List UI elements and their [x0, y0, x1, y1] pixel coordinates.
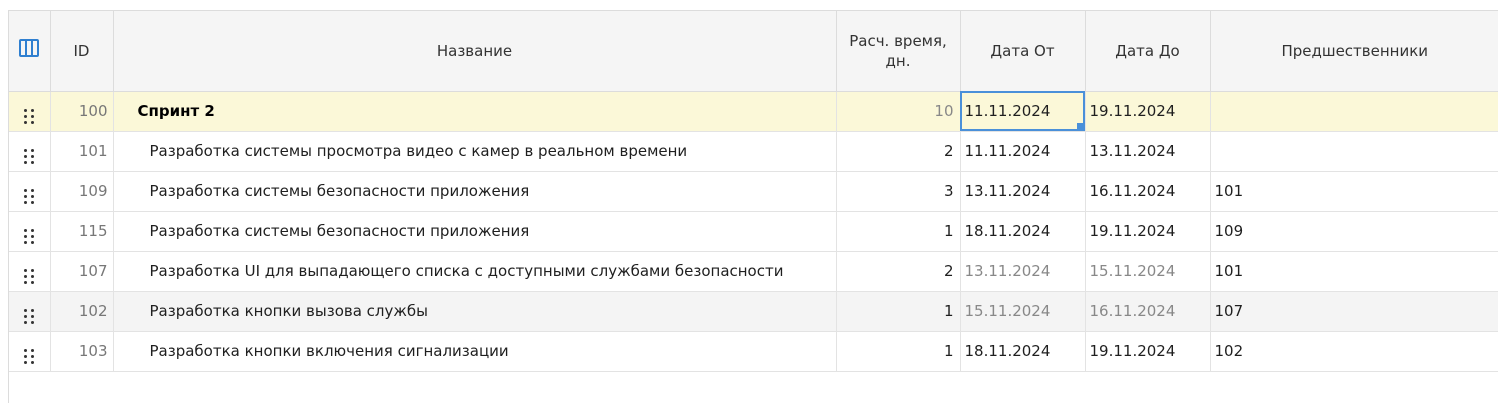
row-date-to[interactable]: 19.11.2024 [1085, 331, 1211, 372]
header-id[interactable]: ID [50, 11, 114, 92]
row-date-to[interactable]: 19.11.2024 [1085, 91, 1211, 132]
row-estimate[interactable]: 1 [836, 291, 961, 332]
row-predecessors[interactable]: 101 [1210, 251, 1498, 292]
row-id: 102 [50, 291, 114, 332]
drag-handle-icon[interactable] [9, 171, 51, 212]
header-row: ID Название Расч. время, дн. Дата От Дат… [9, 11, 1498, 92]
header-estimate-line1: Расч. время, [849, 31, 947, 50]
row-name[interactable]: Спринт 2 [113, 91, 837, 132]
header-predecessors[interactable]: Предшественники [1210, 11, 1498, 92]
row-id: 115 [50, 211, 114, 252]
row-date-from-value: 11.11.2024 [964, 102, 1051, 120]
row-name[interactable]: Разработка системы безопасности приложен… [113, 171, 837, 212]
row-date-to[interactable]: 19.11.2024 [1085, 211, 1211, 252]
row-id: 107 [50, 251, 114, 292]
header-date-to[interactable]: Дата До [1085, 11, 1211, 92]
row-id: 101 [50, 131, 114, 172]
row-estimate[interactable]: 10 [836, 91, 961, 132]
row-date-from[interactable]: 11.11.2024 [960, 131, 1086, 172]
row-date-from[interactable]: 13.11.2024 [960, 251, 1086, 292]
row-id: 103 [50, 331, 114, 372]
drag-handle-icon[interactable] [9, 331, 51, 372]
table-row[interactable]: 100 Спринт 2 10 11.11.2024 19.11.2024 [9, 91, 1498, 132]
drag-handle-icon[interactable] [9, 131, 51, 172]
table-row[interactable]: 102 Разработка кнопки вызова службы 1 15… [9, 291, 1498, 332]
row-name[interactable]: Разработка системы безопасности приложен… [113, 211, 837, 252]
row-estimate[interactable]: 2 [836, 251, 961, 292]
table-row[interactable]: 109 Разработка системы безопасности прил… [9, 171, 1498, 212]
drag-handle-icon[interactable] [9, 91, 51, 132]
table-row[interactable]: 107 Разработка UI для выпадающего списка… [9, 251, 1498, 292]
drag-handle-icon[interactable] [9, 251, 51, 292]
row-predecessors[interactable]: 109 [1210, 211, 1498, 252]
header-estimate-line2: дн. [885, 51, 911, 70]
row-predecessors[interactable]: 102 [1210, 331, 1498, 372]
row-date-from[interactable]: 18.11.2024 [960, 211, 1086, 252]
task-table: ID Название Расч. время, дн. Дата От Дат… [9, 11, 1498, 372]
row-date-from[interactable]: 18.11.2024 [960, 331, 1086, 372]
row-id: 109 [50, 171, 114, 212]
row-estimate[interactable]: 1 [836, 211, 961, 252]
column-settings-button[interactable] [9, 11, 51, 92]
drag-handle-icon[interactable] [9, 211, 51, 252]
row-predecessors[interactable]: 107 [1210, 291, 1498, 332]
row-predecessors[interactable] [1210, 131, 1498, 172]
row-name[interactable]: Разработка кнопки включения сигнализации [113, 331, 837, 372]
drag-handle-icon[interactable] [9, 291, 51, 332]
row-date-from[interactable]: 15.11.2024 [960, 291, 1086, 332]
table-row[interactable]: 101 Разработка системы просмотра видео с… [9, 131, 1498, 172]
header-estimate[interactable]: Расч. время, дн. [836, 11, 961, 92]
row-date-from[interactable]: 11.11.2024 [960, 91, 1086, 132]
fill-handle[interactable] [1076, 122, 1083, 129]
row-name[interactable]: Разработка системы просмотра видео с кам… [113, 131, 837, 172]
row-name[interactable]: Разработка UI для выпадающего списка с д… [113, 251, 837, 292]
row-name[interactable]: Разработка кнопки вызова службы [113, 291, 837, 332]
table-row[interactable]: 115 Разработка системы безопасности прил… [9, 211, 1498, 252]
header-name[interactable]: Название [113, 11, 837, 92]
row-date-to[interactable]: 13.11.2024 [1085, 131, 1211, 172]
row-date-to[interactable]: 16.11.2024 [1085, 291, 1211, 332]
header-date-from[interactable]: Дата От [960, 11, 1086, 92]
row-date-to[interactable]: 16.11.2024 [1085, 171, 1211, 212]
row-estimate[interactable]: 3 [836, 171, 961, 212]
row-date-from[interactable]: 13.11.2024 [960, 171, 1086, 212]
row-predecessors[interactable] [1210, 91, 1498, 132]
row-estimate[interactable]: 2 [836, 131, 961, 172]
row-predecessors[interactable]: 101 [1210, 171, 1498, 212]
task-grid: ID Название Расч. время, дн. Дата От Дат… [8, 10, 1498, 403]
row-estimate[interactable]: 1 [836, 331, 961, 372]
columns-icon [19, 39, 40, 58]
table-row[interactable]: 103 Разработка кнопки включения сигнализ… [9, 331, 1498, 372]
row-date-to[interactable]: 15.11.2024 [1085, 251, 1211, 292]
row-id: 100 [50, 91, 114, 132]
